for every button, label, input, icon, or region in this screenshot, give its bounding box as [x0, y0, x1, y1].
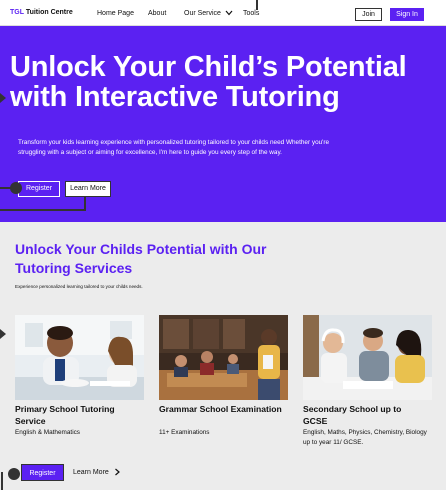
chevron-down-icon: [225, 10, 233, 16]
site-header: TGL Tuition Centre Home Page About Our S…: [0, 0, 446, 26]
nav-our-service-label: Our Service: [184, 10, 221, 17]
nav-our-service[interactable]: Our Service: [184, 10, 233, 17]
card-title-grammar: Grammar School Examination: [159, 404, 282, 414]
connector-line: [1, 472, 3, 490]
card-desc-primary: English & Mathematics: [15, 429, 80, 436]
card-desc-secondary: English, Maths, Physics, Chemistry, Biol…: [303, 429, 427, 446]
connector-line: [0, 187, 12, 189]
hero-description: Transform your kids learning experience …: [18, 139, 330, 156]
connector-line: [0, 209, 86, 211]
chevron-right-icon: [114, 468, 120, 476]
connector-line: [84, 197, 86, 210]
services-learn-more-link[interactable]: Learn More: [73, 468, 121, 476]
logo-brand: TGL: [10, 9, 24, 16]
card-desc-grammar: 11+ Examinations: [159, 429, 210, 436]
logo-text: Tuition Centre: [23, 9, 73, 16]
hero-register-button[interactable]: Register: [18, 181, 60, 197]
hero-learn-more-button[interactable]: Learn More: [65, 181, 111, 197]
nav-tools[interactable]: Tools: [243, 10, 259, 17]
sign-in-button[interactable]: Sign In: [390, 8, 424, 21]
primary-school-image: [15, 315, 144, 400]
card-title-primary: Primary School Tutoring Service: [15, 404, 115, 426]
connector-line: [256, 0, 258, 10]
services-register-button[interactable]: Register: [21, 464, 64, 481]
secondary-school-image: [303, 315, 432, 400]
logo[interactable]: TGL Tuition Centre: [10, 9, 73, 16]
services-learn-more-label: Learn More: [73, 468, 109, 476]
card-title-secondary: Secondary School up to GCSE: [303, 404, 402, 426]
join-button[interactable]: Join: [355, 8, 382, 21]
hero-section: Unlock Your Child’s Potential with Inter…: [0, 26, 446, 222]
connector-dot: [8, 468, 20, 480]
grammar-school-image: [159, 315, 288, 400]
services-title: Unlock Your Childs Potential with Our Tu…: [15, 241, 267, 276]
hero-title: Unlock Your Child’s Potential with Inter…: [10, 51, 407, 113]
services-subtitle: Experience personalized learning tailore…: [15, 284, 143, 289]
nav-home[interactable]: Home Page: [97, 10, 134, 17]
connector-arrow: [0, 93, 6, 103]
connector-arrow: [0, 329, 6, 339]
nav-about[interactable]: About: [148, 10, 166, 17]
